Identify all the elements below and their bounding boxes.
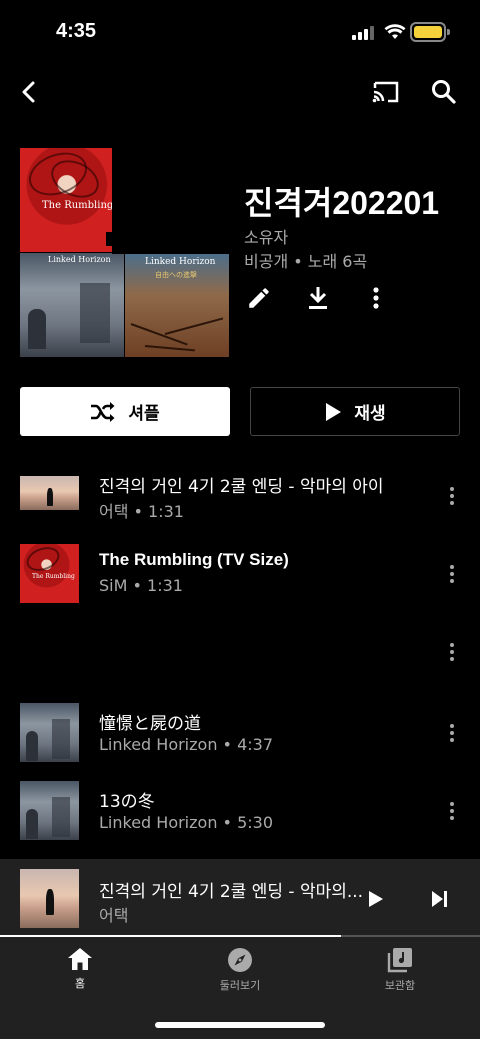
thumbnail-label: The Rumbling <box>32 573 75 580</box>
track-menu-button[interactable] <box>440 797 464 825</box>
nav-library[interactable]: 보관함 <box>350 947 450 993</box>
track-row[interactable]: 진격의 거인 4기 2쿨 엔딩 - 악마의 아이 어택 • 1:31 <box>0 462 480 526</box>
status-bar: 4:35 <box>0 0 480 64</box>
track-thumbnail <box>20 781 79 840</box>
shuffle-label: 셔플 <box>128 404 160 424</box>
cover-tile-horizon-2: Linked Horizon 自由への進撃 <box>125 253 229 357</box>
nav-explore[interactable]: 둘러보기 <box>190 947 290 993</box>
playlist-meta: 비공개 • 노래 6곡 <box>244 252 368 271</box>
search-button[interactable] <box>424 72 464 112</box>
track-subtitle: SiM • 1:31 <box>99 576 183 595</box>
mini-player-play-button[interactable] <box>362 885 390 913</box>
track-subtitle: Linked Horizon • 4:37 <box>99 735 273 754</box>
edit-button[interactable] <box>245 284 273 312</box>
more-vert-icon <box>373 287 379 309</box>
cast-icon <box>372 81 399 103</box>
cover-tile-label: Linked Horizon <box>48 255 111 264</box>
track-title: 13の冬 <box>99 792 155 812</box>
mini-player[interactable]: 진격의 거인 4기 2쿨 엔딩 - 악마의... 어택 <box>0 859 480 937</box>
home-indicator <box>155 1022 325 1028</box>
track-subtitle: 어택 • 1:31 <box>99 502 184 521</box>
back-button[interactable] <box>10 72 50 112</box>
play-icon <box>369 891 383 907</box>
redaction-scribble <box>106 92 242 254</box>
track-menu-button[interactable] <box>440 560 464 588</box>
download-icon <box>309 287 327 309</box>
cover-tile-sublabel: 自由への進撃 <box>155 271 197 279</box>
more-options-button[interactable] <box>362 284 390 312</box>
download-button[interactable] <box>304 284 332 312</box>
track-thumbnail: The Rumbling <box>20 544 79 603</box>
search-icon <box>432 80 456 104</box>
track-title: The Rumbling (TV Size) <box>99 550 289 569</box>
nav-home[interactable]: 홈 <box>30 947 130 991</box>
nav-library-label: 보관함 <box>384 979 416 992</box>
cast-button[interactable] <box>366 72 406 112</box>
track-row-hidden[interactable] <box>0 620 480 684</box>
track-menu-button[interactable] <box>440 719 464 747</box>
track-thumbnail <box>20 476 79 510</box>
status-time: 4:35 <box>56 20 97 42</box>
mini-player-title: 진격의 거인 4기 2쿨 엔딩 - 악마의... <box>99 882 364 902</box>
skip-next-icon <box>432 891 447 907</box>
play-label: 재생 <box>354 404 386 424</box>
track-title: 憧憬と屍の道 <box>99 714 201 734</box>
playlist-owner: 소유자 <box>244 228 289 247</box>
shuffle-icon <box>91 401 115 422</box>
play-icon <box>326 402 342 421</box>
edit-icon <box>249 288 269 308</box>
home-icon <box>68 948 92 970</box>
track-row[interactable]: The Rumbling The Rumbling (TV Size) SiM … <box>0 542 480 606</box>
play-button[interactable]: 재생 <box>250 387 460 436</box>
cover-tile-label: Linked Horizon <box>145 257 216 267</box>
mini-player-next-button[interactable] <box>426 885 454 913</box>
playlist-title: 진격겨202201 <box>244 185 440 221</box>
track-row[interactable]: 13の冬 Linked Horizon • 5:30 <box>0 779 480 843</box>
cover-tile-label: The Rumbling <box>42 200 114 211</box>
track-menu-button[interactable] <box>440 638 464 666</box>
track-subtitle: Linked Horizon • 5:30 <box>99 813 273 832</box>
back-icon <box>22 81 35 103</box>
mini-player-artist: 어택 <box>99 906 129 925</box>
track-thumbnail <box>20 703 79 762</box>
signal-icon <box>352 26 376 40</box>
wifi-icon <box>384 24 406 39</box>
nav-home-label: 홈 <box>74 977 86 990</box>
track-title: 진격의 거인 4기 2쿨 엔딩 - 악마의 아이 <box>99 477 384 497</box>
explore-icon <box>228 948 252 972</box>
track-menu-button[interactable] <box>440 482 464 510</box>
mini-player-thumbnail <box>20 869 79 928</box>
battery-icon <box>410 22 450 42</box>
library-icon <box>387 948 412 973</box>
shuffle-button[interactable]: 셔플 <box>20 387 230 436</box>
cover-tile-horizon-1: Linked Horizon <box>20 253 124 357</box>
nav-explore-label: 둘러보기 <box>219 979 261 992</box>
track-row[interactable]: 憧憬と屍の道 Linked Horizon • 4:37 <box>0 701 480 765</box>
